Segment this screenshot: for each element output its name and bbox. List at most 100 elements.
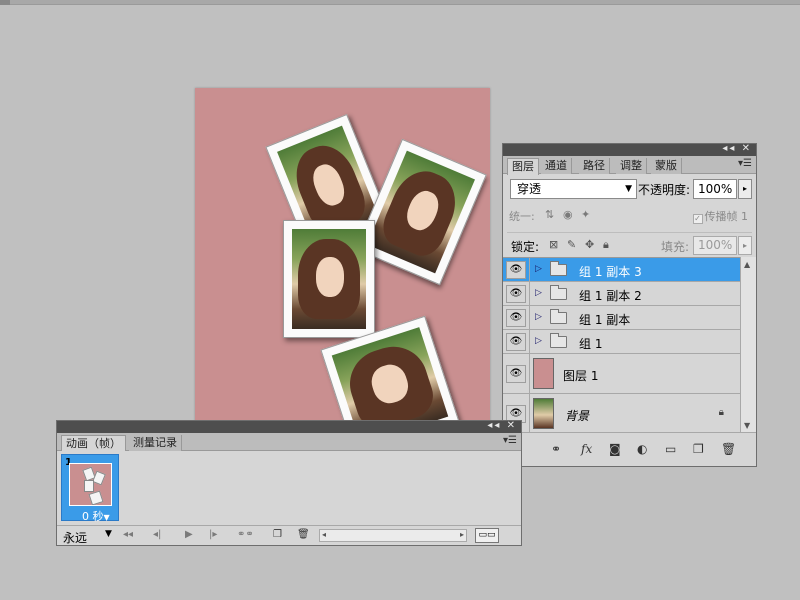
- scroll-up-icon[interactable]: ▲: [744, 260, 750, 269]
- opacity-slider-button[interactable]: ▸: [738, 179, 752, 199]
- tab-channels[interactable]: 通道: [541, 158, 572, 174]
- checkbox-icon: ✓: [692, 214, 703, 224]
- blend-mode-select[interactable]: 穿透 ▼: [510, 179, 637, 199]
- frame-thumbnail: [69, 463, 112, 506]
- first-frame-icon[interactable]: ◂◂: [123, 529, 133, 540]
- tab-adjustments[interactable]: 调整: [616, 158, 647, 174]
- lock-position-icon[interactable]: ✥: [585, 238, 594, 251]
- adjustment-layer-icon[interactable]: ◐: [637, 442, 647, 456]
- animation-frame-1[interactable]: 1 0 秒▼: [61, 454, 119, 524]
- propagate-frame-label: 传播帧 1: [704, 210, 749, 223]
- eye-icon[interactable]: 👁︎: [506, 261, 526, 279]
- lock-transparency-icon[interactable]: ⊠: [549, 238, 558, 251]
- tween-icon[interactable]: ⚭⚭: [237, 529, 254, 540]
- play-icon[interactable]: ▶: [185, 529, 193, 540]
- layer-name: 组 1: [579, 337, 603, 351]
- photo-image: [367, 150, 475, 274]
- opacity-input[interactable]: 100%: [693, 179, 737, 199]
- trash-icon[interactable]: 🗑︎: [721, 442, 736, 456]
- duplicate-frame-icon[interactable]: ❐: [273, 529, 282, 540]
- layer-name: 组 1 副本 3: [579, 265, 642, 279]
- unify-position-icon[interactable]: ⇅: [545, 208, 554, 221]
- layer-row-background[interactable]: 👁︎ 背景 🔒︎: [503, 394, 740, 433]
- tab-paths[interactable]: 路径: [579, 158, 610, 174]
- panel-titlebar[interactable]: ◂◂ ✕: [57, 420, 521, 433]
- layer-row-group1-copy3[interactable]: 👁︎ ▷ 组 1 副本 3: [503, 258, 740, 282]
- animation-panel: ◂◂ ✕ 动画（帧） 测量记录 ▾☰ 1 0 秒▼ 永远 ▼ ◂◂ ◂| ▶ |…: [56, 420, 522, 546]
- unify-label: 统一:: [509, 210, 535, 223]
- tab-measurement-log[interactable]: 测量记录: [129, 435, 182, 451]
- new-group-icon[interactable]: ▭: [665, 442, 676, 456]
- layer-style-icon[interactable]: fx: [581, 442, 592, 456]
- add-mask-icon[interactable]: ◙: [609, 442, 621, 456]
- eye-icon[interactable]: 👁︎: [506, 285, 526, 303]
- layers-bottom-toolbar: ⚭ fx ◙ ◐ ▭ ❐ 🗑︎: [503, 432, 756, 466]
- expand-triangle-icon[interactable]: ▷: [535, 336, 542, 346]
- photo-image: [331, 327, 449, 428]
- scroll-down-icon[interactable]: ▼: [744, 421, 750, 430]
- panel-menu-icon[interactable]: ▾☰: [503, 435, 517, 446]
- tab-layers[interactable]: 图层: [507, 158, 539, 175]
- folder-icon: [550, 333, 567, 348]
- expand-triangle-icon[interactable]: ▷: [535, 264, 542, 274]
- layer-name: 背景: [565, 409, 590, 423]
- layer-row-group1-copy[interactable]: 👁︎ ▷ 组 1 副本: [503, 306, 740, 330]
- eye-icon[interactable]: 👁︎: [506, 333, 526, 351]
- photo-frame-3: [283, 220, 375, 338]
- layer-thumbnail: [533, 398, 554, 429]
- eye-icon[interactable]: 👁︎: [506, 365, 526, 383]
- loop-option-value[interactable]: 永远: [63, 529, 87, 546]
- chevron-down-icon: ▼: [103, 513, 110, 522]
- propagate-frame-checkbox[interactable]: ✓ 传播帧 1: [692, 208, 749, 224]
- lock-all-icon[interactable]: 🔒︎: [603, 238, 609, 252]
- frame-delay-value: 0 秒: [82, 510, 104, 523]
- document-canvas[interactable]: [195, 88, 490, 428]
- layer-name: 图层 1: [563, 369, 599, 383]
- animation-controls: 永远 ▼ ◂◂ ◂| ▶ |▸ ⚭⚭ ❐ 🗑︎ ◂ ▸ ▭▭: [57, 525, 521, 545]
- lock-image-icon[interactable]: ✎: [567, 238, 576, 251]
- expand-triangle-icon[interactable]: ▷: [535, 288, 542, 298]
- new-layer-icon[interactable]: ❐: [693, 442, 704, 456]
- layer-row-group1-copy2[interactable]: 👁︎ ▷ 组 1 副本 2: [503, 282, 740, 306]
- layer-row-layer1[interactable]: 👁︎ 图层 1: [503, 354, 740, 394]
- layer-name: 组 1 副本 2: [579, 289, 642, 303]
- scroll-left-icon[interactable]: ◂: [322, 530, 326, 539]
- blend-mode-value: 穿透: [517, 182, 542, 196]
- panel-titlebar[interactable]: ◂◂ ✕: [503, 143, 756, 156]
- lock-icon: 🔒︎: [718, 407, 724, 418]
- frame-delay[interactable]: 0 秒▼: [82, 508, 110, 524]
- trash-icon[interactable]: 🗑︎: [297, 529, 310, 540]
- fill-slider-button[interactable]: ▸: [738, 236, 752, 255]
- panel-menu-icon[interactable]: ▾☰: [738, 158, 752, 169]
- folder-icon: [550, 261, 567, 276]
- scroll-right-icon[interactable]: ▸: [460, 530, 464, 539]
- tab-masks[interactable]: 蒙版: [651, 158, 682, 174]
- frame-tab: [0, 0, 10, 5]
- application-frame-edge: [0, 0, 800, 5]
- animation-panel-tabs: 动画（帧） 测量记录 ▾☰: [57, 433, 521, 451]
- layer-list: 👁︎ ▷ 组 1 副本 3 👁︎ ▷ 组 1 副本 2 👁︎ ▷ 组 1 副本 …: [503, 257, 740, 433]
- previous-frame-icon[interactable]: ◂|: [153, 529, 161, 540]
- link-layers-icon[interactable]: ⚭: [551, 442, 561, 456]
- panel-collapse-close-controls[interactable]: ◂◂ ✕: [487, 420, 517, 431]
- lock-label: 锁定:: [511, 240, 540, 254]
- tab-animation-frames[interactable]: 动画（帧）: [61, 435, 126, 451]
- layer-list-scrollbar[interactable]: ▲ ▼: [740, 257, 756, 433]
- convert-to-timeline-icon[interactable]: ▭▭: [475, 528, 499, 543]
- layers-panel-tabs: 图层 通道 路径 调整 蒙版 ▾☰: [503, 156, 756, 175]
- unify-style-icon[interactable]: ✦: [581, 208, 590, 221]
- frames-horizontal-scrollbar[interactable]: ◂ ▸: [319, 529, 467, 542]
- folder-icon: [550, 285, 567, 300]
- eye-icon[interactable]: 👁︎: [506, 309, 526, 327]
- layers-panel: ◂◂ ✕ 图层 通道 路径 调整 蒙版 ▾☰ 穿透 ▼ 不透明度: 100% ▸ …: [502, 143, 757, 467]
- expand-triangle-icon[interactable]: ▷: [535, 312, 542, 322]
- fill-input[interactable]: 100%: [693, 236, 737, 255]
- fill-label: 填充:: [661, 240, 690, 254]
- unify-visibility-icon[interactable]: ◉: [563, 208, 573, 221]
- layer-name: 组 1 副本: [579, 313, 631, 327]
- next-frame-icon[interactable]: |▸: [209, 529, 217, 540]
- chevron-down-icon[interactable]: ▼: [105, 529, 112, 539]
- chevron-down-icon: ▼: [625, 184, 632, 194]
- panel-collapse-close-controls[interactable]: ◂◂ ✕: [722, 143, 752, 154]
- layer-row-group1[interactable]: 👁︎ ▷ 组 1: [503, 330, 740, 354]
